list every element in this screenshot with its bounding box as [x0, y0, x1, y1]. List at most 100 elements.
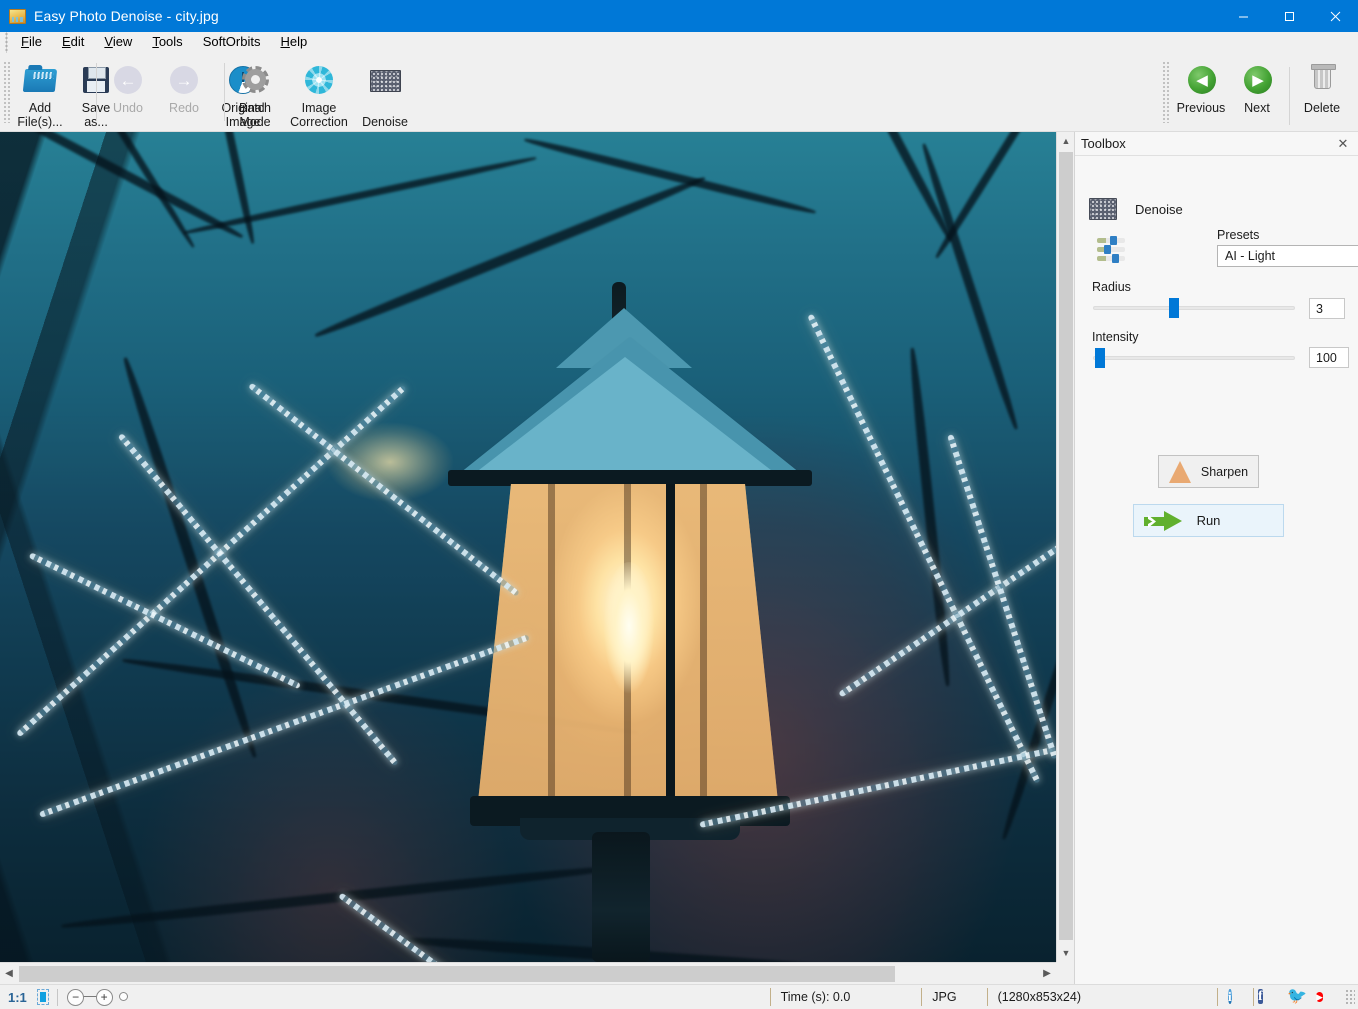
- zoom-slider-thumb[interactable]: [119, 992, 129, 1001]
- maximize-button[interactable]: [1266, 0, 1312, 32]
- run-button[interactable]: Run: [1133, 504, 1284, 537]
- trash-icon: [1305, 63, 1339, 97]
- run-label: Run: [1196, 513, 1221, 528]
- zoom-in-button[interactable]: +: [95, 988, 113, 1006]
- scrollbar-corner: [1056, 962, 1074, 984]
- green-left-arrow-icon: ◀: [1184, 63, 1218, 97]
- facebook-glyph: f: [1258, 988, 1263, 1004]
- vertical-scrollbar[interactable]: ▲ ▼: [1056, 132, 1074, 962]
- delete-button[interactable]: Delete: [1294, 57, 1350, 127]
- window-controls: [1220, 0, 1358, 32]
- intensity-value-field[interactable]: 100: [1309, 347, 1349, 368]
- resize-grip-icon[interactable]: [1345, 989, 1355, 1005]
- horizontal-scrollbar[interactable]: ◀ ▶: [0, 962, 1056, 984]
- minimize-button[interactable]: [1220, 0, 1266, 32]
- status-separator-5: [1217, 988, 1218, 1006]
- vertical-scroll-thumb[interactable]: [1059, 152, 1073, 940]
- previous-button[interactable]: ◀ Previous: [1173, 57, 1229, 127]
- info-glyph: i: [1228, 988, 1232, 1004]
- facebook-icon[interactable]: f: [1258, 987, 1279, 1008]
- denoise-icon: [1089, 198, 1117, 220]
- menu-bar: File Edit View Tools SoftOrbits Help: [0, 31, 1358, 53]
- zoom-out-button[interactable]: −: [67, 988, 85, 1006]
- green-play-arrow-icon: [1144, 511, 1184, 532]
- image-correction-label-line2: Correction: [290, 115, 348, 129]
- zoom-ratio-label: 1:1: [8, 989, 27, 1005]
- info-icon[interactable]: i: [1228, 987, 1249, 1008]
- menu-accel-help: H: [280, 34, 290, 49]
- batch-mode-button[interactable]: Batch Mode: [227, 57, 283, 129]
- toolbox-panel: Toolbox ✕ Denoise Presets AI - Light Rad…: [1074, 132, 1358, 984]
- redo-label: Redo: [169, 101, 199, 115]
- main-toolbar: Add File(s)... Save as... ← Undo → Redo …: [0, 53, 1358, 181]
- denoise-button[interactable]: Denoise: [355, 57, 415, 129]
- radius-slider-thumb[interactable]: [1169, 298, 1179, 318]
- sharpen-label: Sharpen: [1200, 464, 1249, 479]
- dimensions-cell: (1280x853x24): [986, 985, 1081, 1009]
- toolbar-group-navigation: ◀ Previous ▶ Next Delete: [1162, 57, 1350, 127]
- menu-label-softorbits: SoftOrbits: [202, 34, 261, 49]
- horizontal-scroll-thumb[interactable]: [19, 966, 895, 982]
- presets-label: Presets: [1217, 228, 1260, 242]
- photo-image: [0, 132, 1056, 962]
- youtube-icon[interactable]: ▶: [1316, 987, 1337, 1008]
- radius-value-field[interactable]: 3: [1309, 298, 1345, 319]
- toolbar-grip-icon: [3, 61, 10, 123]
- menu-accel-edit: E: [61, 34, 71, 49]
- menu-label-help: elp: [289, 34, 308, 49]
- previous-label: Previous: [1176, 101, 1226, 115]
- batch-mode-label-line1: Batch: [239, 101, 271, 115]
- add-files-button[interactable]: Add File(s)...: [12, 57, 68, 129]
- twitter-icon[interactable]: 🐦: [1287, 987, 1308, 1008]
- menu-item-softorbits[interactable]: SoftOrbits: [194, 32, 270, 52]
- undo-button[interactable]: ← Undo: [100, 57, 156, 127]
- scroll-right-icon[interactable]: ▶: [1038, 963, 1056, 984]
- twitter-glyph: 🐦: [1287, 987, 1307, 1005]
- radius-slider-track[interactable]: [1093, 298, 1295, 318]
- menu-label-file: ile: [28, 34, 42, 49]
- denoise-icon: [368, 63, 402, 97]
- open-folder-icon: [22, 63, 58, 97]
- intensity-slider-track[interactable]: [1093, 348, 1295, 368]
- menu-item-edit[interactable]: Edit: [53, 32, 93, 52]
- scroll-down-icon[interactable]: ▼: [1057, 944, 1075, 962]
- color-wheel-icon: [302, 63, 336, 97]
- batch-mode-label-line2: Mode: [239, 115, 271, 129]
- status-separator-6: [1253, 988, 1254, 1006]
- app-icon: [9, 8, 26, 24]
- scroll-up-icon[interactable]: ▲: [1057, 132, 1075, 150]
- menu-item-file[interactable]: File: [12, 32, 51, 52]
- toolbar-separator-3: [1289, 67, 1290, 125]
- image-correction-button[interactable]: Image Correction: [283, 57, 355, 129]
- redo-button[interactable]: → Redo: [156, 57, 212, 127]
- sharpen-button[interactable]: Sharpen: [1158, 455, 1259, 488]
- menu-item-view[interactable]: View: [95, 32, 141, 52]
- toolbar-separator-1: [96, 63, 97, 121]
- presets-dropdown[interactable]: AI - Light: [1217, 245, 1358, 267]
- time-label: Time (s): 0.0: [780, 990, 851, 1004]
- lantern-frame-bar: [666, 484, 675, 804]
- lantern-bulb-glow: [600, 562, 658, 722]
- title-bar: Easy Photo Denoise - city.jpg: [0, 0, 1358, 32]
- scroll-left-icon[interactable]: ◀: [0, 963, 18, 984]
- gear-icon: [238, 63, 272, 97]
- denoise-tool-header: Denoise: [1089, 198, 1183, 220]
- zoom-slider[interactable]: − +: [67, 987, 129, 1007]
- next-button[interactable]: ▶ Next: [1229, 57, 1285, 127]
- close-icon[interactable]: ✕: [1335, 136, 1351, 152]
- menu-grip-icon: [2, 31, 11, 53]
- format-label: JPG: [932, 990, 957, 1004]
- zoom-slider-track: [83, 996, 97, 997]
- fit-to-screen-icon[interactable]: [36, 989, 49, 1005]
- image-canvas[interactable]: [0, 132, 1056, 962]
- format-cell: JPG: [921, 985, 957, 1009]
- toolbar-separator-2: [224, 63, 225, 121]
- lantern-roof-snow: [470, 357, 780, 477]
- close-button[interactable]: [1312, 0, 1358, 32]
- menu-accel-file: F: [21, 34, 29, 49]
- menu-item-help[interactable]: Help: [271, 32, 316, 52]
- intensity-slider-thumb[interactable]: [1095, 348, 1105, 368]
- toolbar-group-tools: Batch Mode Image Correction Denoise: [227, 57, 415, 129]
- add-files-label-line1: Add: [28, 101, 52, 115]
- menu-item-tools[interactable]: Tools: [143, 32, 191, 52]
